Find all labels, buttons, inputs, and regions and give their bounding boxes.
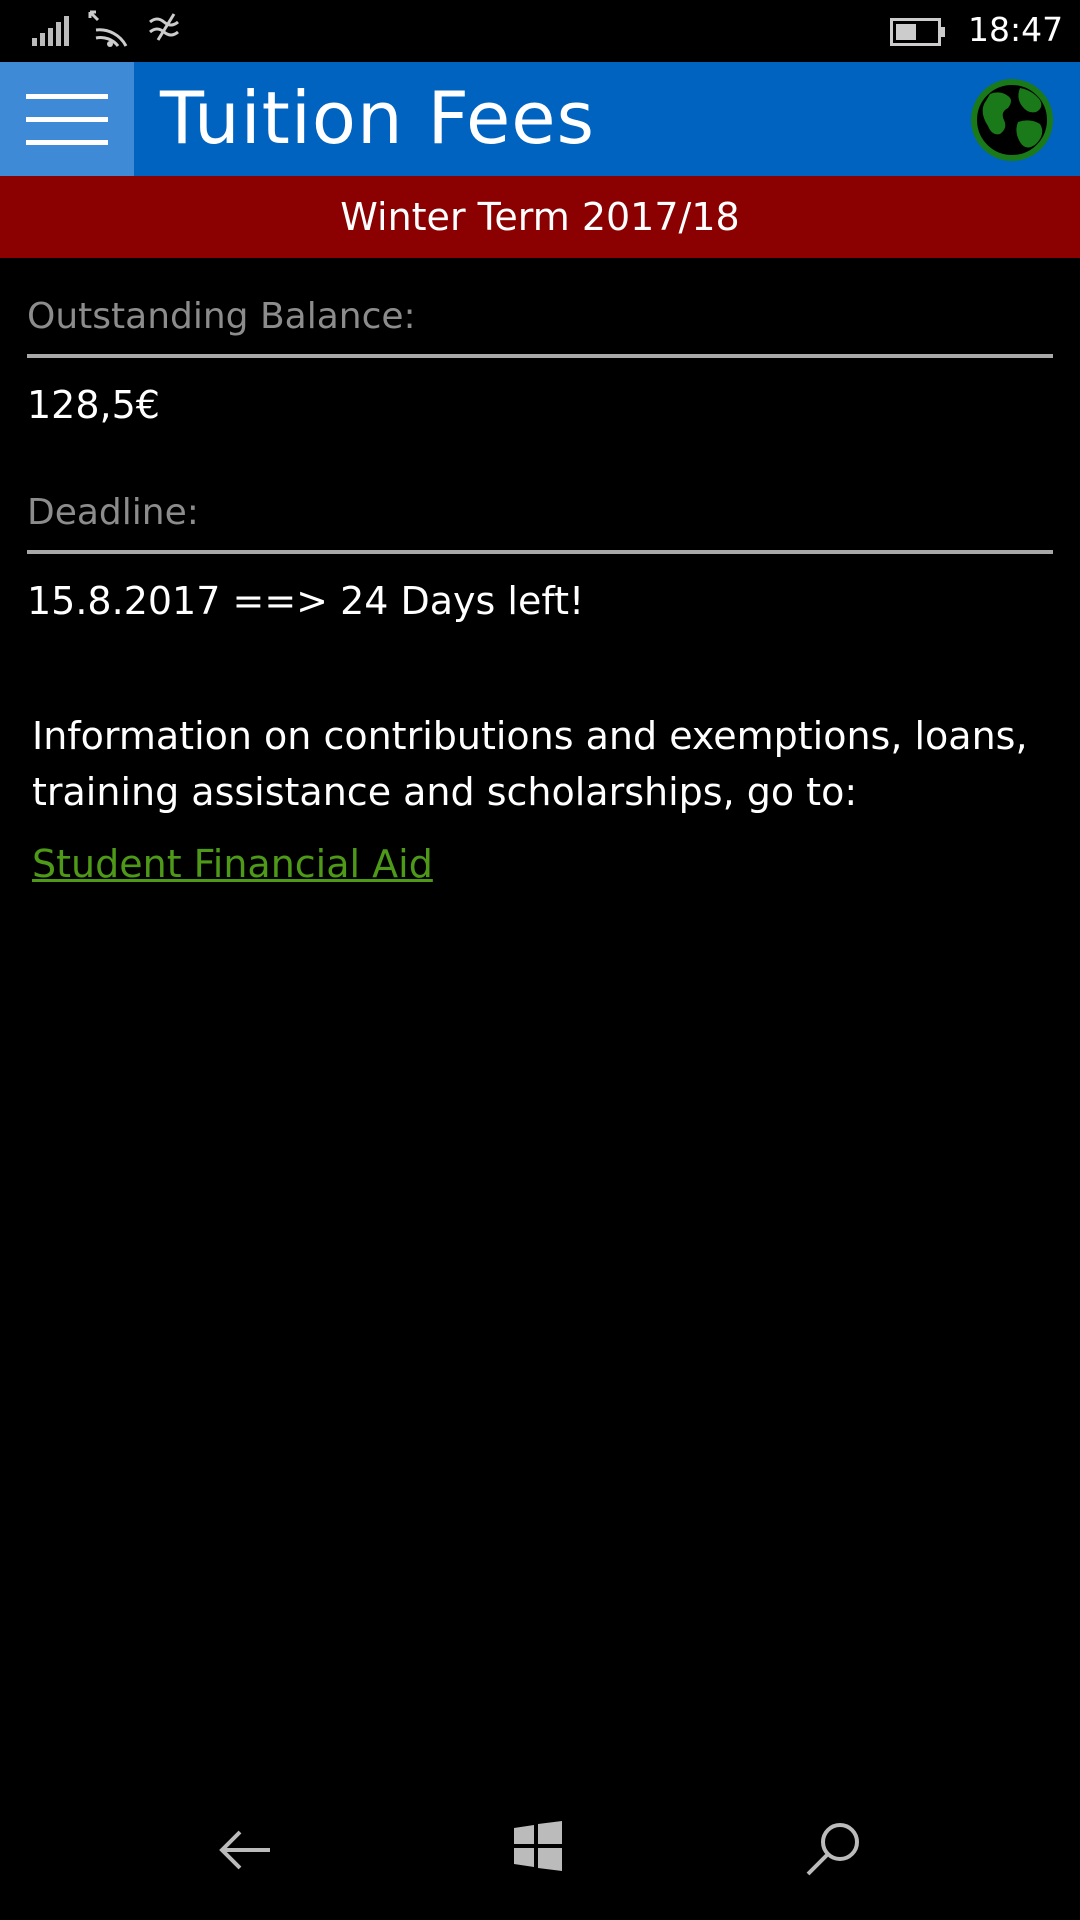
system-nav-bar [0, 1790, 1080, 1920]
hamburger-menu-icon [26, 94, 108, 99]
clock: 18:47 [968, 10, 1064, 49]
hamburger-line [26, 140, 108, 145]
term-banner: Winter Term 2017/18 [0, 176, 1080, 258]
search-icon[interactable] [804, 1820, 862, 1878]
hamburger-line [26, 117, 108, 122]
balance-divider [27, 354, 1053, 358]
student-financial-aid-link[interactable]: Student Financial Aid [32, 836, 433, 892]
page-title: Tuition Fees [160, 76, 596, 160]
deadline-label: Deadline: [27, 492, 199, 533]
balance-value: 128,5€ [27, 383, 160, 427]
app-header: Tuition Fees [0, 62, 1080, 176]
balance-label: Outstanding Balance: [27, 296, 416, 337]
deadline-divider [27, 550, 1053, 554]
back-arrow-icon[interactable] [216, 1820, 276, 1880]
signal-icon [32, 16, 69, 46]
globe-icon[interactable] [970, 78, 1054, 162]
data-connection-icon [149, 13, 179, 41]
windows-start-icon[interactable] [512, 1820, 564, 1872]
info-text: Information on contributions and exempti… [32, 714, 1028, 814]
hamburger-menu-button[interactable] [0, 62, 134, 176]
wifi-icon [88, 10, 128, 47]
status-bar: 18:47 [0, 0, 1080, 62]
deadline-value: 15.8.2017 ==> 24 Days left! [27, 579, 585, 623]
battery-icon [890, 18, 945, 46]
